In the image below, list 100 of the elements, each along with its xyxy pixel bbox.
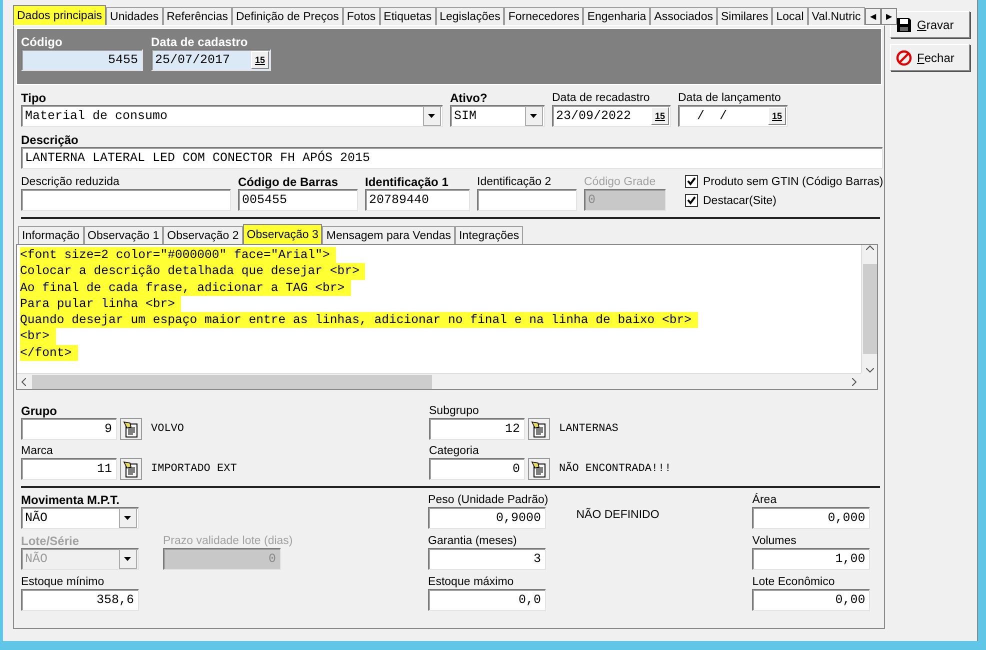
tab[interactable]: Observação 2 bbox=[163, 226, 243, 244]
field-label: Tipo bbox=[21, 91, 48, 105]
dropdown-arrow-icon bbox=[530, 114, 538, 118]
calendar-button[interactable]: 15 bbox=[251, 51, 269, 69]
field-label: Data de recadastro bbox=[552, 91, 651, 105]
field-label: Prazo validade lote (dias) bbox=[163, 534, 293, 548]
tab[interactable]: Engenharia bbox=[583, 7, 650, 25]
input-field[interactable]: 0,00 bbox=[752, 589, 870, 611]
field-label: Identificação 1 bbox=[365, 175, 450, 189]
text-editor[interactable] bbox=[16, 244, 878, 390]
tab[interactable]: Associados bbox=[650, 7, 717, 25]
horizontal-scrollbar[interactable] bbox=[17, 373, 861, 389]
input-field[interactable]: 11 bbox=[21, 458, 117, 480]
tab[interactable]: Legislações bbox=[436, 7, 504, 25]
lookup-button[interactable] bbox=[120, 458, 142, 480]
weight-note: NÃO DEFINIDO bbox=[576, 509, 660, 521]
tab[interactable]: Etiquetas bbox=[380, 7, 436, 25]
tab-scroll-button[interactable]: ▶ bbox=[880, 8, 897, 25]
field-label: Volumes bbox=[752, 534, 798, 548]
tab[interactable]: Dados principais bbox=[13, 5, 106, 25]
scrollbar-corner bbox=[861, 373, 877, 389]
notepad-icon bbox=[123, 420, 139, 438]
dropdown-arrow-icon bbox=[124, 557, 132, 561]
tab[interactable]: Mensagem para Vendas bbox=[322, 226, 456, 244]
tab[interactable]: Val.Nutric bbox=[808, 7, 865, 25]
input-field[interactable] bbox=[477, 189, 577, 211]
field-label: Estoque mínimo bbox=[21, 575, 106, 589]
field-label: Estoque máximo bbox=[428, 575, 515, 589]
input-field[interactable]: 0,000 bbox=[752, 507, 870, 529]
close-button[interactable]: Fechar bbox=[890, 44, 970, 71]
input-field[interactable]: 358,6 bbox=[21, 589, 139, 611]
scroll-up-icon[interactable] bbox=[866, 245, 874, 250]
notepad-icon bbox=[531, 460, 547, 478]
lookup-button[interactable] bbox=[120, 418, 142, 440]
lookup-button[interactable] bbox=[528, 458, 550, 480]
date-field[interactable]: 23/09/2022 15 bbox=[552, 105, 671, 127]
input-field[interactable]: 3 bbox=[428, 548, 546, 570]
tab[interactable]: Fornecedores bbox=[504, 7, 584, 25]
vertical-scrollbar[interactable] bbox=[861, 245, 877, 373]
input-field[interactable]: 5455 bbox=[21, 49, 143, 71]
field-label: Movimenta M.P.T. bbox=[21, 493, 120, 507]
field-label: Identificação 2 bbox=[477, 175, 552, 189]
tab[interactable]: Fotos bbox=[342, 7, 380, 25]
calendar-button[interactable]: 15 bbox=[651, 107, 669, 125]
field-label: Marca bbox=[21, 444, 54, 458]
tab[interactable]: Local bbox=[772, 7, 808, 25]
checkbox[interactable] bbox=[685, 194, 698, 207]
checkbox[interactable] bbox=[685, 175, 698, 188]
lookup-button[interactable] bbox=[528, 418, 550, 440]
notepad-icon bbox=[531, 420, 547, 438]
tab-scroll-button[interactable]: ◀ bbox=[864, 8, 881, 25]
input-field[interactable]: 0,9000 bbox=[428, 507, 546, 529]
field-label: Garantia (meses) bbox=[428, 534, 518, 548]
input-field[interactable]: 12 bbox=[429, 418, 525, 440]
field-label: Código Grade bbox=[584, 175, 657, 189]
input-field[interactable]: 005455 bbox=[238, 189, 358, 211]
date-field[interactable]: 25/07/2017 15 bbox=[151, 49, 271, 71]
input-field[interactable] bbox=[21, 189, 231, 211]
tab[interactable]: Unidades bbox=[106, 7, 163, 25]
notepad-icon bbox=[123, 460, 139, 478]
dropdown-field[interactable]: NÃO bbox=[21, 507, 139, 529]
save-button[interactable]: Gravar bbox=[890, 11, 970, 38]
field-label: Lote/Série bbox=[21, 534, 80, 548]
input-field[interactable]: 1,00 bbox=[752, 548, 870, 570]
field-label: Ativo? bbox=[450, 91, 488, 105]
field-label: Lote Econômico bbox=[752, 575, 836, 589]
field-label: Código de Barras bbox=[238, 175, 340, 189]
calendar-button[interactable]: 15 bbox=[768, 107, 786, 125]
dropdown-arrow-icon bbox=[124, 516, 132, 520]
dropdown-arrow-icon bbox=[428, 114, 436, 118]
tab[interactable]: Observação 3 bbox=[242, 224, 322, 244]
tab[interactable]: Referências bbox=[162, 7, 232, 25]
close-icon bbox=[896, 50, 912, 66]
field-label: Data de lançamento bbox=[678, 91, 782, 105]
field-label: Peso (Unidade Padrão) bbox=[428, 493, 548, 507]
input-field[interactable]: 9 bbox=[21, 418, 117, 440]
checkbox-label: Destacar(Site) bbox=[703, 194, 776, 206]
field-label: Data de cadastro bbox=[151, 35, 249, 49]
scroll-right-icon[interactable] bbox=[852, 378, 857, 386]
tab[interactable]: Similares bbox=[716, 7, 772, 25]
field-label: Código bbox=[21, 35, 64, 49]
field-label: Descrição bbox=[21, 133, 80, 147]
save-icon bbox=[896, 16, 912, 32]
scroll-down-icon[interactable] bbox=[866, 368, 874, 373]
date-field[interactable]: / / 15 bbox=[678, 105, 788, 127]
input-field[interactable]: LANTERNA LATERAL LED COM CONECTOR FH APÓS 2015 bbox=[21, 147, 883, 169]
dropdown-field[interactable]: Material de consumo bbox=[21, 105, 443, 127]
field-label: Subgrupo bbox=[429, 404, 480, 418]
dropdown-field[interactable]: SIM bbox=[450, 105, 545, 127]
tab[interactable]: Integrações bbox=[455, 226, 524, 244]
tab[interactable]: Definição de Preços bbox=[232, 7, 343, 25]
input-field[interactable]: 0 bbox=[429, 458, 525, 480]
input-field[interactable]: 20789440 bbox=[365, 189, 470, 211]
scroll-left-icon[interactable] bbox=[21, 378, 26, 386]
tab[interactable]: Observação 1 bbox=[84, 226, 164, 244]
lookup-name: VOLVO bbox=[151, 423, 184, 435]
input-field[interactable]: 0,0 bbox=[428, 589, 546, 611]
tab[interactable]: Informação bbox=[18, 226, 84, 244]
lookup-name: NÃO ENCONTRADA!!! bbox=[559, 463, 672, 475]
lookup-name: LANTERNAS bbox=[559, 423, 618, 435]
